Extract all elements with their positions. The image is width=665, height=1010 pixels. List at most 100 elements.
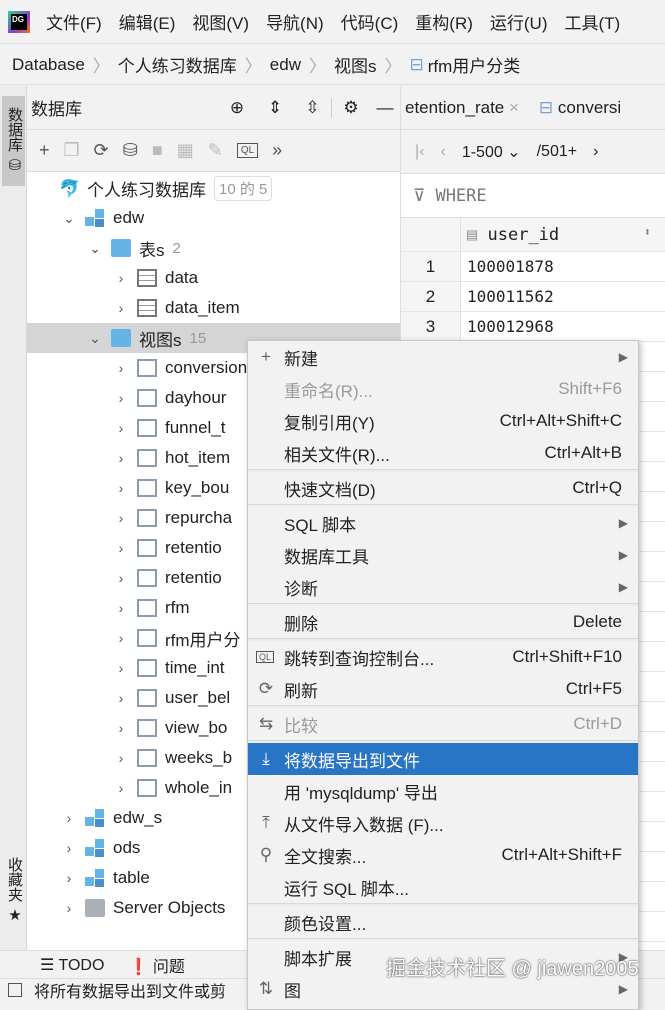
chevron-icon[interactable]: › — [111, 660, 131, 676]
query-console-icon[interactable]: QL — [236, 143, 259, 158]
tree-item[interactable]: ⌄ edw — [27, 203, 400, 233]
menu-item[interactable]: 工具(T) — [565, 9, 621, 34]
column-header-user-id[interactable]: ▤ user_id ⬍ — [461, 225, 665, 245]
menu-item[interactable]: 导航(N) — [266, 9, 324, 34]
context-menu-item[interactable]: ⤓ 将数据导出到文件 — [248, 743, 638, 775]
refresh-icon[interactable]: ⟳ — [94, 140, 109, 161]
chevron-icon[interactable]: › — [111, 480, 131, 496]
more-tools-button[interactable]: » — [272, 140, 282, 161]
breadcrumb-item[interactable]: Database — [12, 55, 85, 75]
status-message: 将所有数据导出到文件或剪 — [34, 984, 227, 1001]
context-menu-item[interactable]: 诊断 ▶ — [248, 571, 638, 603]
problems-tab[interactable]: ❗ 问题 — [128, 953, 184, 977]
context-menu-item[interactable]: ⚲ 全文搜索... Ctrl+Alt+Shift+F — [248, 839, 638, 871]
chevron-icon[interactable]: › — [111, 720, 131, 736]
stop-icon[interactable]: ■ — [152, 140, 163, 161]
chevron-icon[interactable]: › — [111, 300, 131, 316]
menu-item[interactable]: 视图(V) — [192, 9, 249, 34]
chevron-icon[interactable]: › — [111, 600, 131, 616]
context-menu-item[interactable]: 复制引用(Y) Ctrl+Alt+Shift+C — [248, 405, 638, 437]
page-range-dropdown[interactable]: 1-500 ⌄ — [462, 142, 521, 162]
tree-item[interactable]: › data — [27, 263, 400, 293]
tab-conversion[interactable]: ⊟ conversi — [529, 98, 621, 118]
expand-all-icon[interactable]: ⇕ — [256, 98, 294, 118]
chevron-icon[interactable]: › — [111, 690, 131, 706]
chevron-icon[interactable]: › — [59, 840, 79, 856]
menu-bar: DG 文件(F) 编辑(E) 视图(V) 导航(N) 代码(C) 重构(R) 运行(U) 工具… — [0, 0, 665, 44]
chevron-icon[interactable]: › — [111, 390, 131, 406]
data-source-properties-icon[interactable]: ⛁ — [123, 140, 138, 161]
context-menu-item[interactable]: 颜色设置... — [248, 906, 638, 938]
tab-retention-rate[interactable]: etention_rate × — [401, 98, 529, 118]
context-menu-item[interactable]: SQL 脚本 ▶ — [248, 507, 638, 539]
server-folder-icon — [85, 899, 105, 917]
menu-item[interactable]: 文件(F) — [46, 9, 102, 34]
todo-tab[interactable]: ☰ TODO — [40, 955, 104, 975]
chevron-icon[interactable]: ⌄ — [85, 240, 105, 257]
context-menu-item[interactable]: 数据库工具 ▶ — [248, 539, 638, 571]
table-row[interactable]: 2 100011562 — [401, 282, 665, 312]
breadcrumb-item[interactable]: rfm用户分类 — [428, 52, 521, 77]
table-cell[interactable]: 100011562 — [461, 287, 554, 306]
menu-item-label: 重命名(R)... — [284, 381, 373, 401]
context-menu-item[interactable]: + 新建 ▶ — [248, 341, 638, 373]
breadcrumb-item[interactable]: edw — [270, 55, 301, 75]
menu-item[interactable]: 代码(C) — [341, 9, 399, 34]
favorites-tool-tab[interactable]: 收藏夹 ★ — [2, 846, 25, 936]
context-menu-item[interactable]: QL 跳转到查询控制台... Ctrl+Shift+F10 — [248, 641, 638, 673]
status-checkbox-icon[interactable] — [8, 983, 22, 997]
minimize-icon[interactable]: — — [370, 98, 400, 118]
chevron-icon[interactable]: › — [111, 750, 131, 766]
table-row[interactable]: 3 100012968 — [401, 312, 665, 342]
view-icon: ⊟ — [409, 54, 424, 74]
locate-icon[interactable]: ⊕ — [218, 98, 256, 118]
sort-icon[interactable]: ⬍ — [644, 225, 651, 239]
context-menu-item[interactable]: ⤒ 从文件导入数据 (F)... — [248, 807, 638, 839]
where-filter-input[interactable]: ⊽ WHERE — [401, 174, 665, 218]
edit-icon[interactable]: ✎ — [208, 140, 223, 161]
add-icon[interactable]: + — [39, 140, 50, 161]
chevron-icon[interactable]: › — [111, 780, 131, 796]
context-menu-item[interactable]: 重命名(R)... Shift+F6 — [248, 373, 638, 405]
chevron-icon[interactable]: › — [59, 870, 79, 886]
table-cell[interactable]: 100012968 — [461, 317, 554, 336]
gear-icon[interactable]: ⚙ — [332, 98, 370, 118]
table-cell[interactable]: 100001878 — [461, 257, 554, 276]
context-menu-item[interactable]: 用 'mysqldump' 导出 — [248, 775, 638, 807]
chevron-icon[interactable]: › — [111, 540, 131, 556]
next-page-icon[interactable]: › — [593, 143, 598, 161]
chevron-icon[interactable]: › — [111, 630, 131, 646]
database-tool-tab[interactable]: 数据库 ⛁ — [2, 96, 25, 186]
menu-item[interactable]: 运行(U) — [490, 9, 548, 34]
table-view-icon[interactable]: ▦ — [177, 140, 194, 161]
chevron-icon[interactable]: › — [111, 570, 131, 586]
tree-item[interactable]: ⌄ 表s 2 — [27, 233, 400, 263]
menu-item[interactable]: 重构(R) — [415, 9, 473, 34]
chevron-icon[interactable]: › — [111, 270, 131, 286]
prev-page-icon[interactable]: ‹ — [440, 143, 445, 161]
chevron-icon[interactable]: › — [111, 420, 131, 436]
collapse-all-icon[interactable]: ⇳ — [294, 97, 332, 118]
chevron-icon[interactable]: ⌄ — [85, 330, 105, 347]
tree-item[interactable]: 🐬 个人练习数据库 10 的 5 — [27, 173, 400, 203]
chevron-icon[interactable]: › — [111, 360, 131, 376]
first-page-icon[interactable]: |‹ — [415, 143, 424, 161]
chevron-icon[interactable]: › — [111, 510, 131, 526]
chevron-icon[interactable]: › — [59, 900, 79, 916]
chevron-icon[interactable]: › — [59, 810, 79, 826]
context-menu-item[interactable]: 删除 Delete — [248, 606, 638, 638]
table-row[interactable]: 1 100001878 — [401, 252, 665, 282]
menu-item[interactable]: 编辑(E) — [119, 9, 176, 34]
context-menu-item[interactable]: ⇆ 比较 Ctrl+D — [248, 708, 638, 740]
context-menu-item[interactable]: 运行 SQL 脚本... — [248, 871, 638, 903]
context-menu-item[interactable]: ⟳ 刷新 Ctrl+F5 — [248, 673, 638, 705]
duplicate-icon[interactable]: ❐ — [64, 140, 80, 161]
chevron-icon[interactable]: ⌄ — [59, 210, 79, 227]
breadcrumb-item[interactable]: 个人练习数据库 — [118, 52, 237, 77]
context-menu-item[interactable]: 相关文件(R)... Ctrl+Alt+B — [248, 437, 638, 469]
context-menu-item[interactable]: 快速文档(D) Ctrl+Q — [248, 472, 638, 504]
breadcrumb-item[interactable]: 视图s — [334, 52, 377, 77]
close-icon[interactable]: × — [509, 98, 519, 117]
chevron-icon[interactable]: › — [111, 450, 131, 466]
tree-item[interactable]: › data_item — [27, 293, 400, 323]
